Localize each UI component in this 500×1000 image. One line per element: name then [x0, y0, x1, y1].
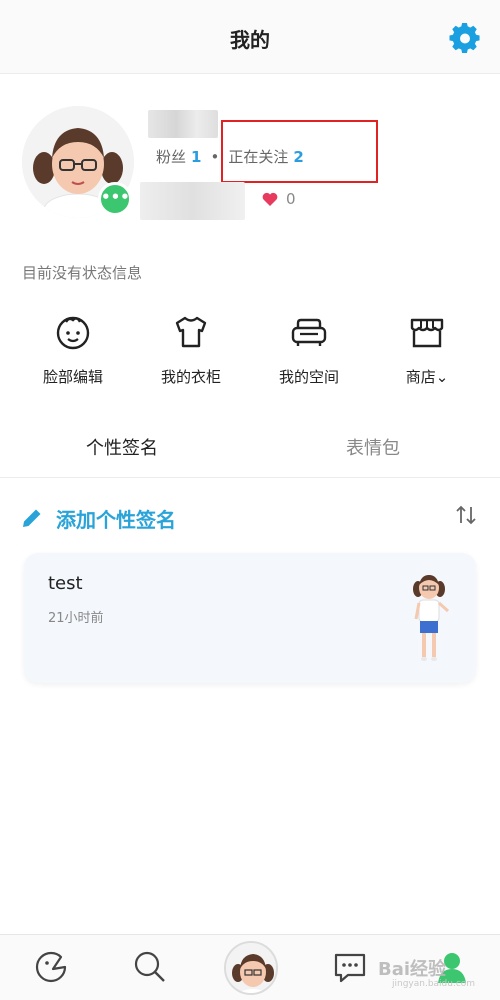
sort-icon[interactable] — [454, 503, 478, 527]
profile-section: ••• 粉丝 1 • 正在关注 2 0 — [0, 74, 500, 254]
add-signature-button[interactable]: 添加个性签名 — [20, 502, 176, 534]
face-edit-label: 脸部编辑 — [42, 368, 103, 386]
status-message: 目前没有状态信息 — [22, 264, 143, 282]
bottom-nav: Bai经验 jingyan.baidu.com — [0, 934, 500, 1000]
tab-signature[interactable]: 个性签名 — [86, 434, 158, 460]
fans-label[interactable]: 粉丝 — [156, 148, 186, 166]
heart-icon — [262, 192, 278, 206]
avatar-thumb — [226, 943, 276, 993]
store-label: 商店⌄ — [405, 368, 449, 386]
watermark-url: jingyan.baidu.com — [392, 979, 476, 989]
gear-icon[interactable] — [449, 22, 481, 54]
pencil-icon — [23, 509, 41, 527]
page-title: 我的 — [230, 28, 270, 52]
wardrobe-button[interactable]: 我的衣柜 — [136, 312, 246, 387]
content-tabs: 个性签名 表情包 — [0, 420, 500, 478]
signature-text: test — [48, 573, 83, 594]
likes-counter[interactable]: 0 — [262, 190, 296, 208]
add-signature-label: 添加个性签名 — [56, 507, 176, 532]
avatar-figure — [413, 575, 449, 661]
face-icon — [56, 316, 90, 350]
username-redacted — [148, 110, 218, 138]
wardrobe-label: 我的衣柜 — [160, 368, 221, 386]
search-icon[interactable] — [130, 947, 170, 987]
tab-stickers[interactable]: 表情包 — [346, 434, 400, 460]
fans-count[interactable]: 1 — [191, 148, 201, 166]
watermark-logo: Bai经验 — [378, 959, 447, 980]
my-space-button[interactable]: 我的空间 — [254, 312, 364, 387]
chat-icon[interactable] — [330, 947, 370, 987]
pacman-icon[interactable] — [31, 947, 71, 987]
face-edit-button[interactable]: 脸部编辑 — [18, 312, 128, 387]
stats-separator: • — [210, 148, 220, 166]
nav-profile-avatar[interactable] — [224, 941, 278, 995]
signature-time: 21小时前 — [48, 611, 104, 626]
header-bar: 我的 — [0, 0, 500, 74]
avatar[interactable]: ••• — [22, 106, 134, 218]
my-space-label: 我的空间 — [278, 368, 339, 386]
store-button[interactable]: 商店⌄ — [372, 312, 482, 387]
likes-count: 0 — [286, 190, 296, 208]
highlight-annotation — [221, 120, 378, 183]
shirt-icon — [175, 316, 207, 348]
action-row: 脸部编辑 我的衣柜 我的空间 商店⌄ — [0, 312, 500, 402]
more-icon[interactable]: ••• — [98, 182, 132, 216]
signature-card[interactable]: test 21小时前 — [24, 553, 476, 683]
id-redacted — [140, 182, 245, 220]
sofa-icon — [291, 318, 327, 346]
store-icon — [410, 318, 444, 348]
